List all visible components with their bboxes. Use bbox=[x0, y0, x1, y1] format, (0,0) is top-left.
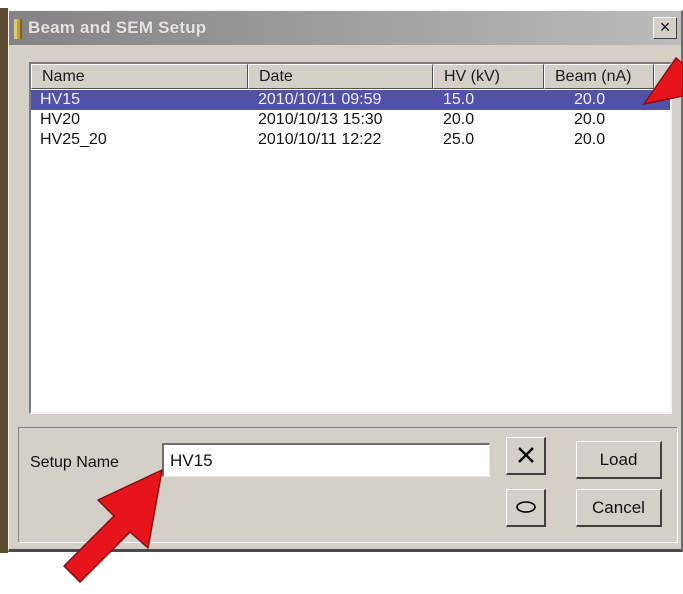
column-header-name[interactable]: Name bbox=[31, 64, 248, 89]
beam-sem-setup-dialog: Beam and SEM Setup × Name Date HV (kV) B… bbox=[8, 10, 683, 552]
cell-date: 2010/10/11 09:59 bbox=[258, 91, 382, 108]
column-header-beam[interactable]: Beam (nA) bbox=[544, 64, 654, 89]
cell-beam: 20.0 bbox=[574, 111, 606, 128]
cell-date: 2010/10/11 12:22 bbox=[258, 131, 382, 148]
cell-beam: 20.0 bbox=[574, 91, 606, 108]
title-bar[interactable]: Beam and SEM Setup × bbox=[9, 11, 681, 45]
load-button[interactable]: Load bbox=[576, 441, 662, 479]
cell-name: HV15 bbox=[40, 91, 81, 108]
cell-name: HV20 bbox=[40, 111, 81, 128]
list-rows: HV15 2010/10/11 09:59 15.0 20.0 HV20 201… bbox=[31, 90, 670, 150]
ellipse-save-icon bbox=[515, 501, 536, 513]
table-row[interactable]: HV25_20 2010/10/11 12:22 25.0 20.0 bbox=[31, 130, 670, 150]
cell-name: HV25_20 bbox=[40, 131, 107, 148]
x-delete-icon bbox=[517, 447, 534, 463]
setup-list[interactable]: Name Date HV (kV) Beam (nA) HV15 2010/10… bbox=[29, 62, 672, 414]
save-setup-button[interactable] bbox=[506, 489, 546, 527]
delete-setup-button[interactable] bbox=[506, 437, 546, 475]
setup-name-label: Setup Name bbox=[30, 454, 119, 471]
column-header-filler bbox=[654, 64, 670, 89]
close-button[interactable]: × bbox=[653, 17, 677, 39]
cell-hv: 20.0 bbox=[443, 111, 475, 128]
cell-hv: 25.0 bbox=[443, 131, 475, 148]
list-header: Name Date HV (kV) Beam (nA) bbox=[31, 64, 670, 89]
cell-beam: 20.0 bbox=[574, 131, 606, 148]
background-window-edge bbox=[0, 8, 8, 553]
app-icon bbox=[14, 19, 22, 39]
table-row[interactable]: HV20 2010/10/13 15:30 20.0 20.0 bbox=[31, 110, 670, 130]
column-header-hv[interactable]: HV (kV) bbox=[433, 64, 544, 89]
setup-name-input[interactable] bbox=[162, 443, 490, 477]
cell-date: 2010/10/13 15:30 bbox=[258, 111, 383, 128]
column-header-date[interactable]: Date bbox=[248, 64, 433, 89]
window-title: Beam and SEM Setup bbox=[28, 18, 207, 37]
table-row[interactable]: HV15 2010/10/11 09:59 15.0 20.0 bbox=[31, 90, 670, 110]
cell-hv: 15.0 bbox=[443, 91, 475, 108]
cancel-button[interactable]: Cancel bbox=[576, 489, 662, 527]
